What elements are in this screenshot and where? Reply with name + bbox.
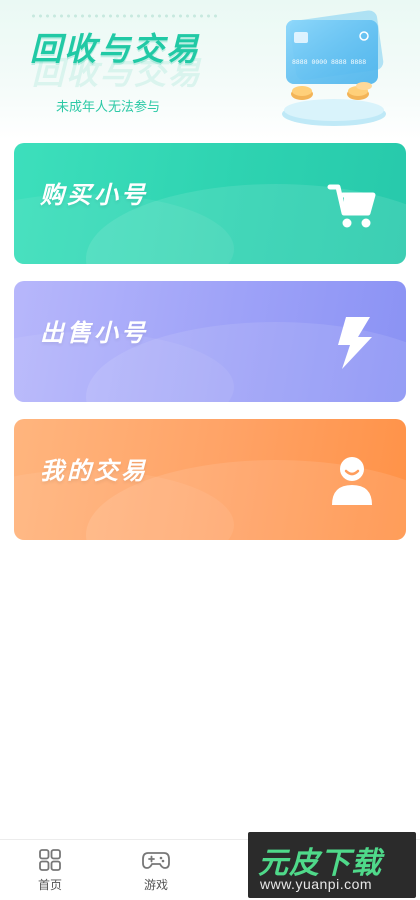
dotted-decoration bbox=[30, 14, 220, 18]
grid-icon bbox=[39, 849, 61, 871]
user-icon bbox=[332, 457, 372, 505]
tab-home[interactable]: 首页 bbox=[15, 848, 85, 898]
credit-card-illustration: 8888 0000 8888 8888 bbox=[282, 10, 386, 126]
lightning-icon bbox=[338, 317, 372, 369]
page-title: 回收与交易 bbox=[30, 30, 201, 68]
card-number: 8888 0000 8888 8888 bbox=[292, 59, 366, 66]
my-trades-card[interactable]: 我的交易 bbox=[14, 419, 406, 540]
hero-banner: 回收与交易 回收与交易 未成年人无法参与 8888 0000 8888 8888 bbox=[0, 0, 420, 140]
cart-icon bbox=[327, 184, 376, 228]
tab-games[interactable]: 游戏 bbox=[121, 848, 191, 898]
age-restriction-notice: 未成年人无法参与 bbox=[56, 100, 161, 115]
buy-account-card[interactable]: 购买小号 bbox=[14, 143, 406, 264]
buy-account-label: 购买小号 bbox=[40, 181, 148, 209]
watermark-logo: 元皮下载 www.yuanpi.com bbox=[248, 832, 416, 898]
sell-account-label: 出售小号 bbox=[40, 319, 148, 347]
tab-games-label: 游戏 bbox=[143, 878, 168, 892]
gamepad-icon bbox=[142, 852, 170, 869]
tab-home-label: 首页 bbox=[37, 878, 62, 892]
sell-account-card[interactable]: 出售小号 bbox=[14, 281, 406, 402]
watermark-url: www.yuanpi.com bbox=[260, 876, 373, 892]
my-trades-label: 我的交易 bbox=[40, 457, 148, 485]
